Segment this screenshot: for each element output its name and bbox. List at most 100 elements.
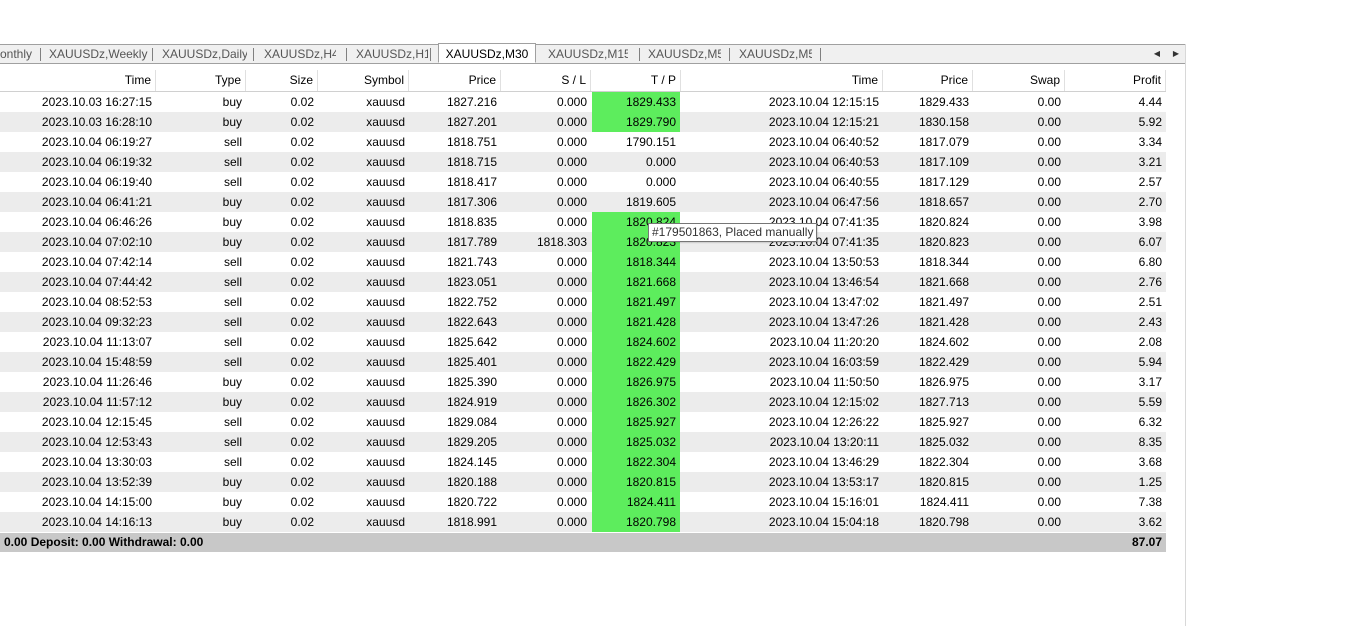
tab-xauusdz-m15[interactable]: XAUUSDz,M15 [548, 45, 628, 63]
table-row[interactable]: 2023.10.04 09:32:23 sell 0.02 xauusd 1822.64… [0, 312, 1166, 332]
table-row[interactable]: 2023.10.04 06:19:27 sell 0.02 xauusd 1818.75… [0, 132, 1166, 152]
cell-type: sell [223, 415, 242, 429]
table-row[interactable]: 2023.10.04 07:42:14 sell 0.02 xauusd 1821.74… [0, 252, 1166, 272]
table-row[interactable]: 2023.10.04 11:57:12 buy 0.02 xauusd 1824.919… [0, 392, 1166, 412]
table-row[interactable]: 2023.10.04 15:48:59 sell 0.02 xauusd 1825.40… [0, 352, 1166, 372]
cell-sl: 0.000 [556, 195, 587, 209]
cell-price: 1821.743 [446, 255, 497, 269]
column-header-close-price[interactable]: Price [883, 70, 973, 91]
table-row[interactable]: 2023.10.04 06:19:32 sell 0.02 xauusd 1818.71… [0, 152, 1166, 172]
column-header-swap[interactable]: Swap [973, 70, 1065, 91]
table-row[interactable]: 2023.10.04 13:30:03 sell 0.02 xauusd 1824.14… [0, 452, 1166, 472]
cell-type: buy [222, 515, 242, 529]
cell-profit: 5.59 [1138, 395, 1162, 409]
tab-onthly[interactable]: onthly [0, 45, 36, 63]
column-header-type[interactable]: Type [156, 70, 246, 91]
tab-xauusdz-weekly[interactable]: XAUUSDz,Weekly [49, 45, 149, 63]
cell-type: buy [222, 215, 242, 229]
cell-symbol: xauusd [366, 175, 405, 189]
table-row[interactable]: 2023.10.04 12:15:45 sell 0.02 xauusd 1829.08… [0, 412, 1166, 432]
column-header-symbol[interactable]: Symbol [318, 70, 409, 91]
cell-swap: 0.00 [1037, 475, 1061, 489]
cell-close-price: 1830.158 [918, 115, 969, 129]
cell-sl: 0.000 [556, 415, 587, 429]
table-row[interactable]: 2023.10.03 16:28:10 buy 0.02 xauusd 1827.201… [0, 112, 1166, 132]
cell-size: 0.02 [290, 495, 314, 509]
cell-size: 0.02 [290, 215, 314, 229]
cell-type: sell [223, 255, 242, 269]
cell-tp: 1826.975 [592, 372, 680, 392]
cell-price: 1829.084 [446, 415, 497, 429]
cell-profit: 2.76 [1138, 275, 1162, 289]
cell-size: 0.02 [290, 435, 314, 449]
column-header-tp[interactable]: T / P [591, 70, 681, 91]
column-header-sl[interactable]: S / L [501, 70, 591, 91]
table-row[interactable]: 2023.10.04 14:16:13 buy 0.02 xauusd 1818.991… [0, 512, 1166, 532]
table-row[interactable]: 2023.10.04 13:52:39 buy 0.02 xauusd 1820.188… [0, 472, 1166, 492]
cell-swap: 0.00 [1037, 375, 1061, 389]
cell-symbol: xauusd [366, 375, 405, 389]
tab-xauusdz-m5[interactable]: XAUUSDz,M5 [648, 45, 721, 63]
column-header-open-time[interactable]: Time [0, 70, 156, 91]
cell-price: 1824.919 [446, 395, 497, 409]
summary-text: 0.00 Deposit: 0.00 Withdrawal: 0.00 [4, 535, 204, 549]
table-row[interactable]: 2023.10.04 12:53:43 sell 0.02 xauusd 1829.20… [0, 432, 1166, 452]
cell-type: sell [223, 335, 242, 349]
cell-size: 0.02 [290, 475, 314, 489]
cell-size: 0.02 [290, 275, 314, 289]
table-row[interactable]: 2023.10.04 14:15:00 buy 0.02 xauusd 1820.722… [0, 492, 1166, 512]
tab-xauusdz-h1[interactable]: XAUUSDz,H1 [356, 45, 428, 63]
column-header-price[interactable]: Price [409, 70, 501, 91]
cell-tp: 1824.602 [592, 332, 680, 352]
cell-symbol: xauusd [366, 475, 405, 489]
cell-symbol: xauusd [366, 235, 405, 249]
cell-close-time: 2023.10.04 12:15:15 [768, 95, 879, 109]
cell-symbol: xauusd [366, 155, 405, 169]
table-row[interactable]: 2023.10.03 16:27:15 buy 0.02 xauusd 1827.216… [0, 92, 1166, 112]
cell-swap: 0.00 [1037, 115, 1061, 129]
cell-close-time: 2023.10.04 15:16:01 [768, 495, 879, 509]
cell-price: 1829.205 [446, 435, 497, 449]
table-row[interactable]: 2023.10.04 07:02:10 buy 0.02 xauusd 1817.789… [0, 232, 1166, 252]
table-row[interactable]: 2023.10.04 06:19:40 sell 0.02 xauusd 1818.41… [0, 172, 1166, 192]
cell-open-time: 2023.10.04 11:26:46 [42, 375, 152, 389]
cell-close-price: 1821.668 [918, 275, 969, 289]
cell-price: 1820.722 [446, 495, 497, 509]
table-row[interactable]: 2023.10.04 08:52:53 sell 0.02 xauusd 1822.75… [0, 292, 1166, 312]
chevron-right-icon[interactable]: ▶ [1170, 46, 1182, 62]
cell-close-time: 2023.10.04 12:15:02 [768, 395, 879, 409]
cell-open-time: 2023.10.04 13:30:03 [41, 455, 152, 469]
cell-profit: 2.70 [1138, 195, 1162, 209]
cell-swap: 0.00 [1037, 415, 1061, 429]
table-row[interactable]: 2023.10.04 06:46:26 buy 0.02 xauusd 1818.835… [0, 212, 1166, 232]
cell-profit: 3.17 [1138, 375, 1162, 389]
table-row[interactable]: 2023.10.04 11:26:46 buy 0.02 xauusd 1825.390… [0, 372, 1166, 392]
cell-swap: 0.00 [1037, 175, 1061, 189]
summary-row: 0.00 Deposit: 0.00 Withdrawal: 0.00 87.0… [0, 533, 1166, 552]
column-header-profit[interactable]: Profit [1065, 70, 1166, 91]
cell-size: 0.02 [290, 115, 314, 129]
tab-xauusdz-m5[interactable]: XAUUSDz,M5 [739, 45, 812, 63]
table-row[interactable]: 2023.10.04 11:13:07 sell 0.02 xauusd 1825.64… [0, 332, 1166, 352]
table-row[interactable]: 2023.10.04 07:44:42 sell 0.02 xauusd 1823.05… [0, 272, 1166, 292]
tab-xauusdz-m30[interactable]: XAUUSDz,M30 [438, 43, 536, 63]
tab-separator [152, 48, 153, 61]
chevron-left-icon[interactable]: ◀ [1151, 46, 1163, 62]
cell-close-price: 1827.713 [918, 395, 969, 409]
cell-close-price: 1826.975 [918, 375, 969, 389]
cell-open-time: 2023.10.03 16:27:15 [41, 95, 152, 109]
tab-separator [639, 48, 640, 61]
cell-close-price: 1829.433 [918, 95, 969, 109]
cell-type: buy [222, 395, 242, 409]
cell-swap: 0.00 [1037, 135, 1061, 149]
cell-type: sell [223, 355, 242, 369]
column-header-size[interactable]: Size [246, 70, 318, 91]
tab-xauusdz-daily[interactable]: XAUUSDz,Daily [162, 45, 247, 63]
cell-profit: 3.68 [1138, 455, 1162, 469]
table-row[interactable]: 2023.10.04 06:41:21 buy 0.02 xauusd 1817.306… [0, 192, 1166, 212]
tab-xauusdz-h4[interactable]: XAUUSDz,H4 [264, 45, 336, 63]
cell-tp: 1819.605 [625, 195, 676, 209]
cell-close-time: 2023.10.04 13:46:29 [768, 455, 879, 469]
column-header-close-time[interactable]: Time [681, 70, 883, 91]
cell-price: 1823.051 [446, 275, 497, 289]
